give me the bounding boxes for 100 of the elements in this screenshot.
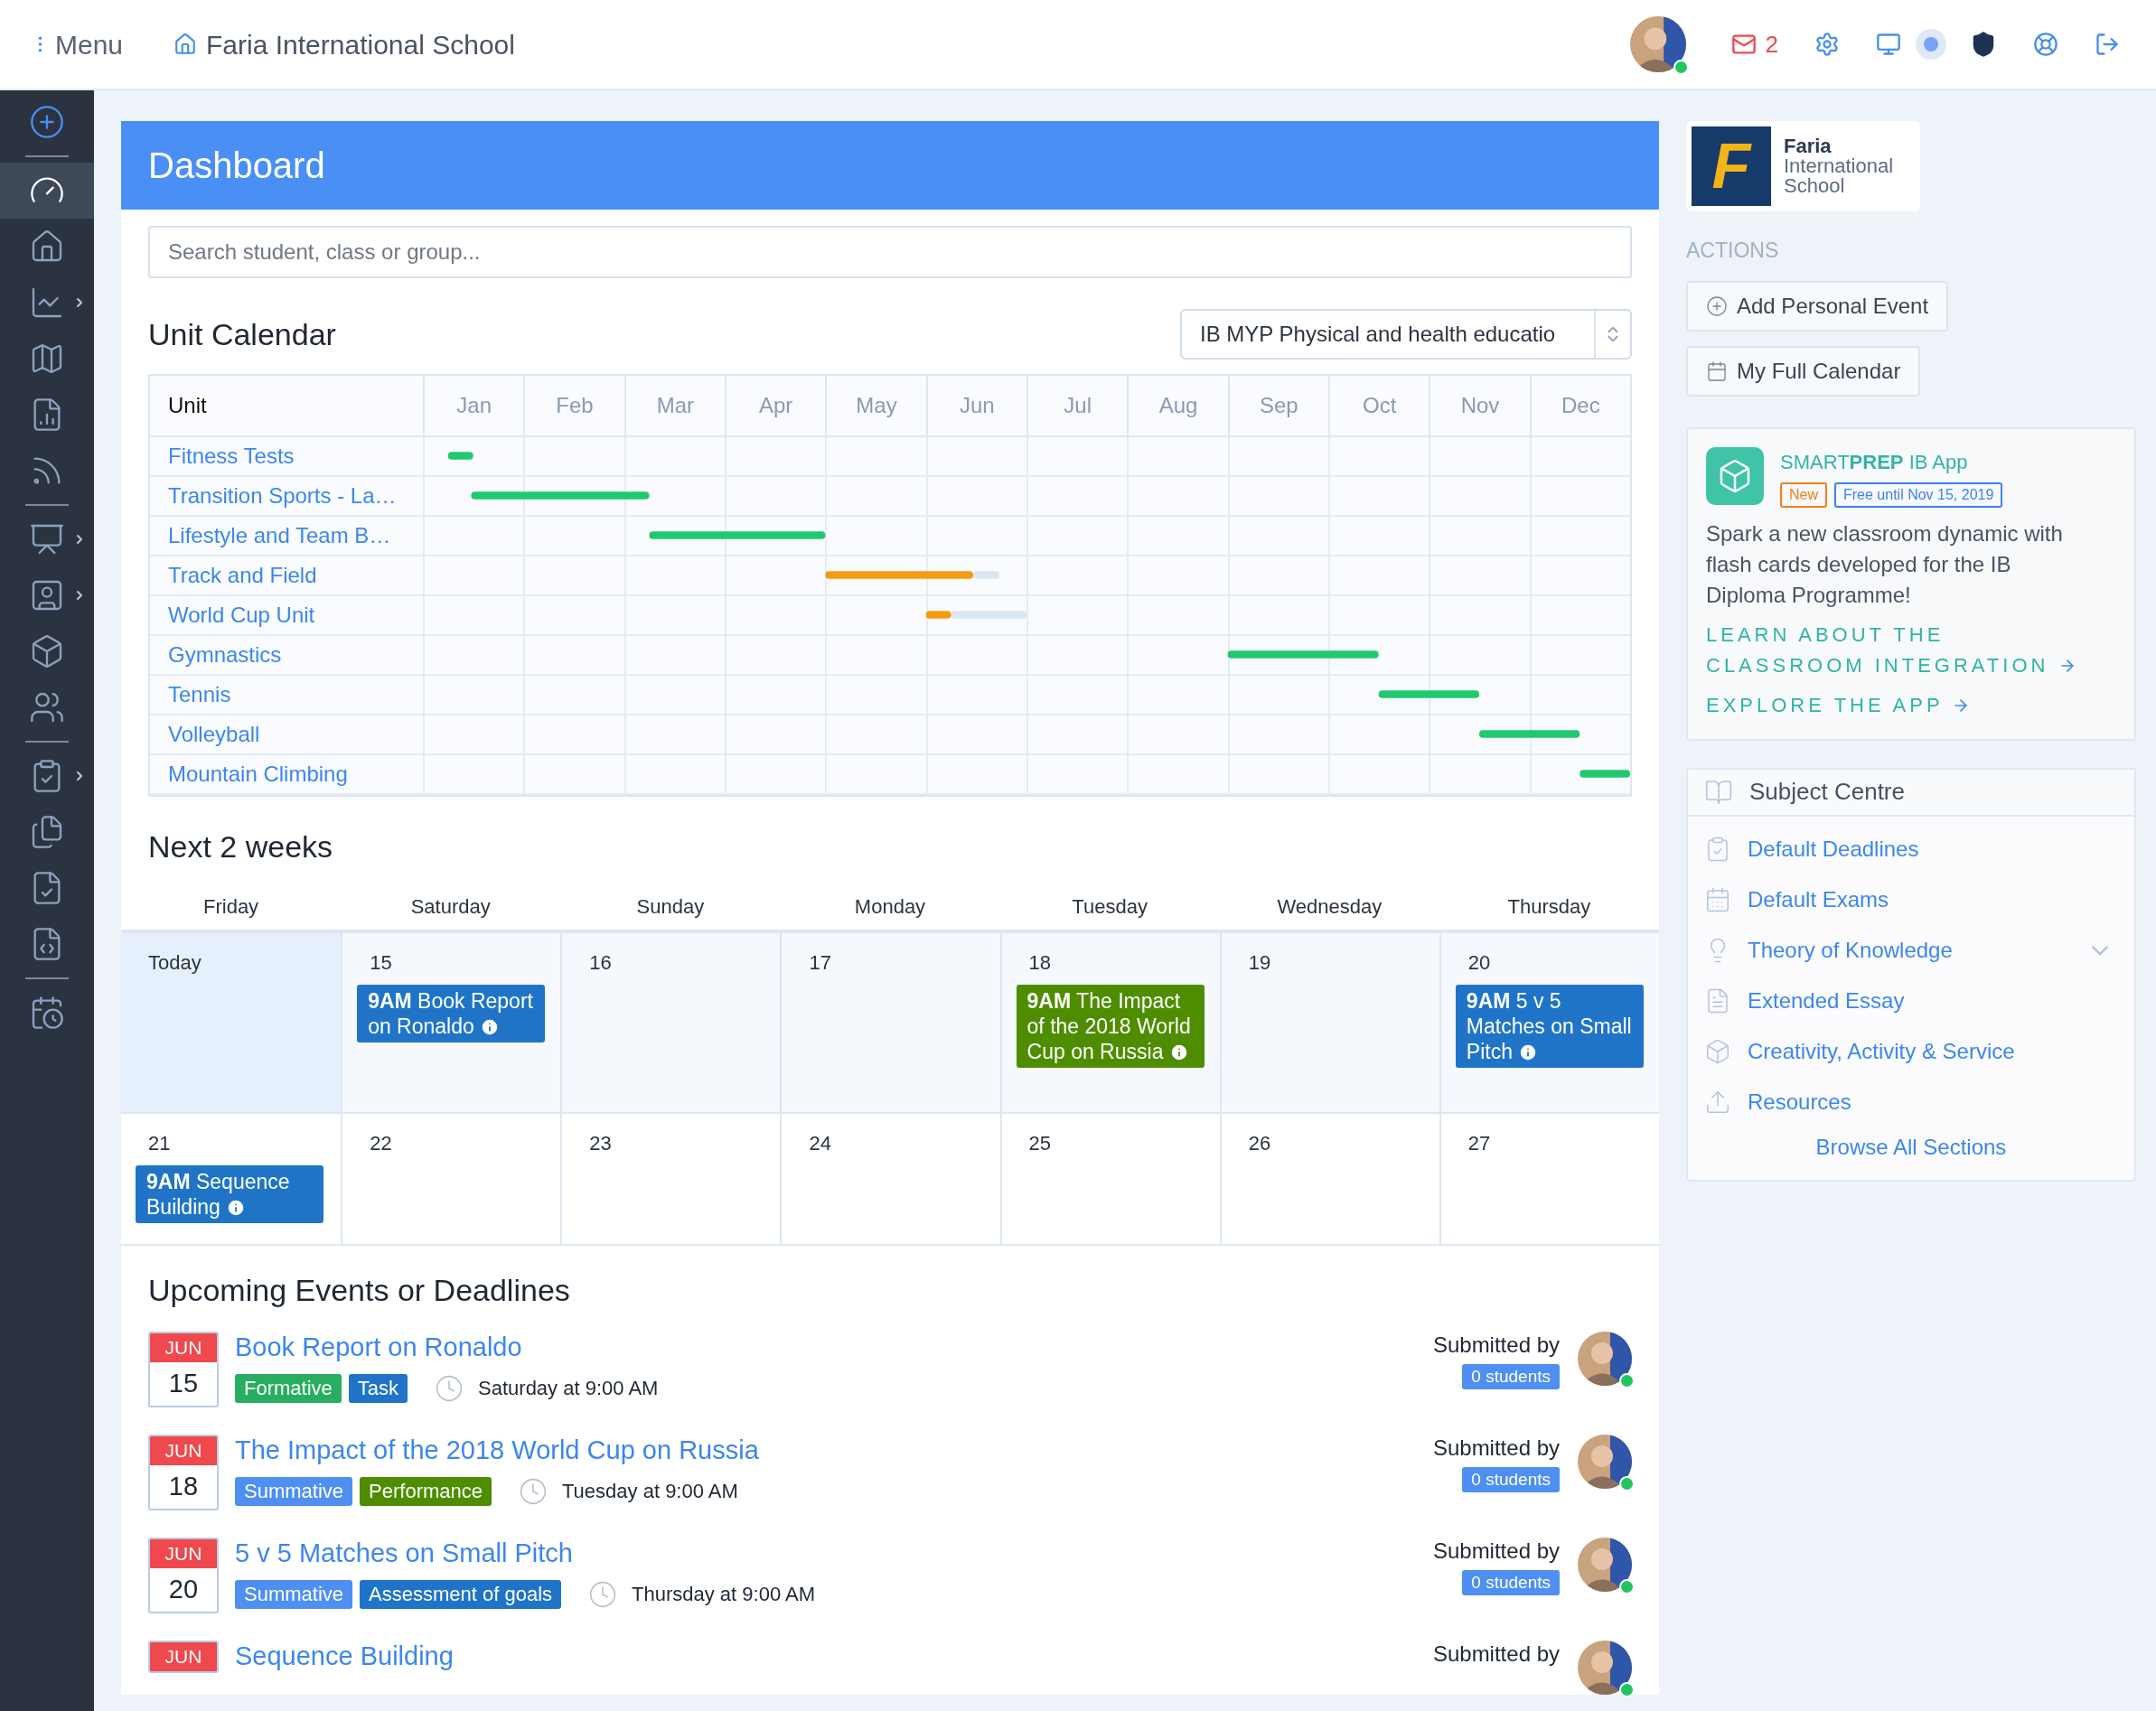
- tag: Task: [348, 1373, 408, 1403]
- calendar-icon: [1706, 360, 1728, 382]
- unit-link[interactable]: Fitness Tests: [168, 440, 295, 472]
- calendar-event[interactable]: 9AM Book Report on Ronaldo: [357, 985, 546, 1042]
- promo-text: Spark a new classroom dynamic with flash cards developed for the IB Diploma Programme!: [1706, 519, 2064, 609]
- month-label: JUN: [150, 1539, 217, 1568]
- submitted-label: Submitted by: [1432, 1538, 1560, 1565]
- calendar-event[interactable]: 9AM The Impact of the 2018 World Cup on Russia: [1016, 985, 1205, 1068]
- action-button[interactable]: My Full Calendar: [1686, 345, 1921, 397]
- event-title-link[interactable]: 5 v 5 Matches on Small Pitch: [235, 1538, 573, 1568]
- unit-link[interactable]: Lifestyle and Team B…: [168, 519, 391, 552]
- unit-link[interactable]: Tennis: [168, 678, 231, 711]
- monitor-icon[interactable]: [1876, 32, 1901, 57]
- submitted-label: Submitted by: [1432, 1641, 1560, 1668]
- house-icon: [173, 33, 198, 56]
- weekday-header: Friday: [203, 893, 259, 920]
- column-header: Unit: [168, 392, 207, 419]
- promo-badge: New: [1780, 482, 1827, 508]
- day-label: 26: [1247, 1131, 1272, 1156]
- event-title-link[interactable]: The Impact of the 2018 World Cup on Russia: [235, 1435, 759, 1465]
- month-header: Sep: [1259, 392, 1298, 419]
- actions-heading: ACTIONS: [1686, 238, 1779, 264]
- search-field[interactable]: Search student, class or group...: [148, 226, 1632, 278]
- user-avatar: [1578, 1641, 1632, 1695]
- menu-button[interactable]: Menu: [38, 23, 124, 65]
- logout-icon[interactable]: [2095, 32, 2120, 57]
- info-icon: [480, 1017, 501, 1037]
- event-title-link[interactable]: Sequence Building: [235, 1641, 454, 1671]
- action-button[interactable]: Add Personal Event: [1686, 280, 1949, 332]
- unit-link[interactable]: Volleyball: [168, 718, 260, 751]
- subject-link[interactable]: Default Deadlines: [1688, 823, 2134, 874]
- panel-title: Subject Centre: [1749, 777, 1905, 807]
- tag: Assessment of goals: [360, 1579, 562, 1609]
- chevron-down-icon: [2091, 944, 2109, 956]
- subject-link[interactable]: Resources: [1688, 1076, 2134, 1127]
- unit-link[interactable]: Transition Sports - La…: [168, 480, 397, 512]
- day-label: 22: [369, 1131, 393, 1156]
- user-avatar: [1578, 1538, 1632, 1592]
- promo-link[interactable]: LEARN ABOUT THE CLASSROOM INTEGRATION: [1706, 619, 2113, 681]
- timeline-bar: [447, 452, 473, 460]
- month-header: Nov: [1460, 392, 1500, 419]
- month-header: Dec: [1561, 392, 1600, 419]
- tag: Formative: [235, 1373, 342, 1403]
- clock-icon: [519, 1476, 548, 1506]
- subject-label: Resources: [1748, 1088, 1852, 1116]
- weekday-header: Thursday: [1507, 893, 1591, 920]
- user-avatar: [1578, 1435, 1632, 1489]
- browse-link[interactable]: Browse All Sections: [1815, 1130, 2007, 1164]
- settings-icon[interactable]: [1814, 32, 1840, 57]
- clock-icon: [588, 1579, 618, 1609]
- page-title: Dashboard: [148, 145, 325, 187]
- subject-link[interactable]: Extended Essay: [1688, 975, 2134, 1026]
- promo-badge: Free until Nov 15, 2019: [1834, 482, 2003, 508]
- day-label: 18: [1027, 950, 1053, 976]
- subject-link[interactable]: Default Exams: [1688, 874, 2134, 925]
- day-label: 15: [369, 950, 393, 976]
- unit-select[interactable]: IB MYP Physical and health educatio: [1180, 309, 1632, 360]
- logo-text: School: [1784, 176, 1846, 196]
- logo-text: International: [1784, 156, 1894, 176]
- month-header: Apr: [759, 392, 793, 419]
- logo-mark: F: [1692, 126, 1771, 206]
- calendar-icon: [1704, 885, 1731, 913]
- subject-label: Extended Essay: [1748, 986, 1906, 1014]
- home-link[interactable]: Faria International School: [173, 23, 515, 65]
- weekday-header: Sunday: [636, 893, 705, 920]
- subject-label: Theory of Knowledge: [1748, 936, 1954, 964]
- day-label: 24: [808, 1131, 832, 1156]
- cube-app-icon: [1706, 446, 1764, 505]
- subject-link[interactable]: Creativity, Activity & Service: [1688, 1025, 2134, 1077]
- unit-link[interactable]: Track and Field: [168, 559, 317, 592]
- student-count: 0 students: [1462, 1570, 1560, 1595]
- info-icon: [1518, 1042, 1539, 1062]
- unit-link[interactable]: Mountain Climbing: [168, 758, 348, 790]
- event-title-link[interactable]: Book Report on Ronaldo: [235, 1332, 522, 1362]
- calendar-event[interactable]: 9AM 5 v 5 Matches on Small Pitch: [1455, 985, 1644, 1068]
- day-label: 27: [1467, 1131, 1492, 1156]
- subject-link[interactable]: Theory of Knowledge: [1688, 924, 2134, 976]
- unit-link[interactable]: World Cup Unit: [168, 599, 315, 631]
- calendar-event[interactable]: 9AM Sequence Building: [136, 1165, 323, 1223]
- student-count: 0 students: [1462, 1467, 1560, 1492]
- menu-icon: [38, 36, 42, 52]
- event-time: Thursday at 9:00 AM: [632, 1582, 816, 1607]
- tag: Summative: [235, 1579, 353, 1609]
- tag: Summative: [235, 1476, 353, 1506]
- submitted-label: Submitted by: [1432, 1332, 1560, 1359]
- day-label: 20: [1467, 950, 1492, 976]
- month-header: Aug: [1158, 392, 1198, 419]
- subject-label: Default Deadlines: [1748, 835, 1920, 863]
- sidebar-item[interactable]: [0, 163, 94, 219]
- select-value: IB MYP Physical and health educatio: [1199, 321, 1557, 348]
- unit-link[interactable]: Gymnastics: [168, 639, 282, 671]
- mail-button[interactable]: 2: [1730, 26, 1778, 62]
- subject-label: Default Exams: [1748, 885, 1890, 913]
- student-count: 0 students: [1462, 1364, 1560, 1389]
- tag: Performance: [360, 1476, 492, 1506]
- help-icon[interactable]: [2033, 32, 2058, 57]
- weekday-header: Saturday: [410, 893, 491, 920]
- month-header: Jun: [959, 392, 995, 419]
- day-label: 17: [808, 950, 832, 976]
- promo-link[interactable]: EXPLORE THE APP: [1706, 689, 2113, 721]
